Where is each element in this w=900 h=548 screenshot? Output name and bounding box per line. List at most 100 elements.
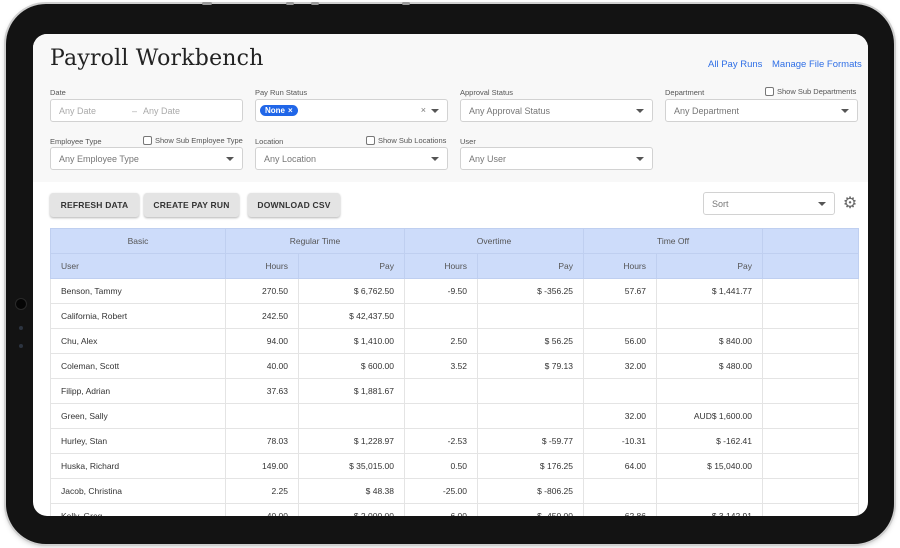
department-value: Any Department [674, 105, 740, 116]
page-title: Payroll Workbench [50, 46, 264, 71]
payroll-table: Basic Regular Time Overtime Time Off Use… [50, 228, 860, 516]
user-label: User [460, 137, 476, 146]
regular-pay-cell: $ 48.38 [298, 478, 405, 504]
regular-hours-cell: 149.00 [225, 453, 299, 479]
chevron-down-icon[interactable] [431, 157, 439, 161]
overtime-pay-cell: $ -450.00 [476, 503, 585, 516]
extra-cell [762, 378, 860, 404]
location-select[interactable]: Any Location [255, 147, 448, 170]
table-row[interactable]: Kelly, Greg 40.00 $ 2,000.00 -6.00 $ -450.00… [50, 503, 860, 516]
show-sub-departments-label: Show Sub Departments [777, 87, 857, 96]
table-row[interactable]: Chu, Alex 94.00 $ 1,410.00 2.50 $ 56.25 56.00… [50, 328, 860, 354]
user-select[interactable]: Any User [460, 147, 653, 170]
table-row[interactable]: Hurley, Stan 78.03 $ 1,228.97 -2.53 $ -59.77… [50, 428, 860, 454]
overtime-hours-cell: -25.00 [404, 478, 478, 504]
timeoff-pay-cell: $ 15,040.00 [656, 453, 764, 479]
column-header-overtime-pay[interactable]: Pay [476, 253, 585, 279]
user-cell: Filipp, Adrian [50, 378, 226, 404]
timeoff-hours-cell: 56.00 [583, 328, 658, 354]
download-csv-button[interactable]: DOWNLOAD CSV [248, 193, 340, 217]
regular-hours-cell: 270.50 [225, 278, 299, 304]
chevron-down-icon[interactable] [226, 157, 234, 161]
show-sub-employee-type-checkbox[interactable]: Show Sub Employee Type [143, 136, 243, 145]
chip-remove-icon[interactable]: × [288, 106, 293, 115]
overtime-pay-cell [476, 378, 585, 404]
gear-icon[interactable]: ⚙ [841, 195, 859, 213]
extra-cell [762, 353, 860, 379]
overtime-hours-cell [404, 403, 478, 429]
refresh-data-button[interactable]: REFRESH DATA [50, 193, 139, 217]
device-button [202, 2, 212, 5]
date-from-placeholder[interactable]: Any Date [59, 106, 96, 116]
timeoff-hours-cell [583, 478, 658, 504]
user-cell: Chu, Alex [50, 328, 226, 354]
date-range-input[interactable]: Any Date – Any Date [50, 99, 243, 122]
column-header-user[interactable]: User [50, 253, 226, 279]
extra-cell [762, 328, 860, 354]
user-cell: Benson, Tammy [50, 278, 226, 304]
overtime-hours-cell: -6.00 [404, 503, 478, 516]
user-cell: Huska, Richard [50, 453, 226, 479]
column-header-timeoff-pay[interactable]: Pay [656, 253, 764, 279]
employee-type-select[interactable]: Any Employee Type [50, 147, 243, 170]
overtime-hours-cell: -2.53 [404, 428, 478, 454]
sort-placeholder: Sort [712, 198, 729, 209]
show-sub-departments-checkbox[interactable]: Show Sub Departments [765, 87, 856, 96]
department-select[interactable]: Any Department [665, 99, 858, 122]
timeoff-hours-cell: 64.00 [583, 453, 658, 479]
regular-pay-cell: $ 1,881.67 [298, 378, 405, 404]
timeoff-pay-cell [656, 478, 764, 504]
chevron-down-icon[interactable] [636, 157, 644, 161]
date-separator: – [132, 105, 138, 116]
user-cell: Hurley, Stan [50, 428, 226, 454]
overtime-hours-cell: -9.50 [404, 278, 478, 304]
approval-status-select[interactable]: Any Approval Status [460, 99, 653, 122]
table-row[interactable]: Benson, Tammy 270.50 $ 6,762.50 -9.50 $ -356… [50, 278, 860, 304]
regular-hours-cell: 40.00 [225, 503, 299, 516]
table-row[interactable]: California, Robert 242.50 $ 42,437.50 [50, 303, 860, 329]
overtime-pay-cell: $ -806.25 [476, 478, 585, 504]
manage-file-formats-link[interactable]: Manage File Formats [772, 59, 862, 70]
table-row[interactable]: Filipp, Adrian 37.63 $ 1,881.67 [50, 378, 860, 404]
column-header-regular-hours[interactable]: Hours [225, 253, 299, 279]
regular-hours-cell: 242.50 [225, 303, 299, 329]
table-row[interactable]: Green, Sally 32.00 AUD$ 1,600.00 [50, 403, 860, 429]
employee-type-value: Any Employee Type [59, 153, 139, 164]
table-row[interactable]: Huska, Richard 149.00 $ 35,015.00 0.50 $ 176… [50, 453, 860, 479]
checkbox-icon[interactable] [366, 136, 375, 145]
chevron-down-icon[interactable] [636, 109, 644, 113]
pay-run-status-select[interactable]: None × × [255, 99, 448, 122]
chevron-down-icon[interactable] [818, 202, 826, 206]
filter-panel: Payroll Workbench All Pay Runs Manage Fi… [33, 34, 868, 182]
date-to-placeholder[interactable]: Any Date [143, 106, 180, 116]
column-header-overtime-hours[interactable]: Hours [404, 253, 478, 279]
user-cell: Jacob, Christina [50, 478, 226, 504]
sort-select[interactable]: Sort [703, 192, 835, 215]
checkbox-icon[interactable] [765, 87, 774, 96]
employee-type-label: Employee Type [50, 137, 102, 146]
checkbox-icon[interactable] [143, 136, 152, 145]
chevron-down-icon[interactable] [431, 109, 439, 113]
status-chip-label: None [265, 106, 285, 115]
group-header-time-off: Time Off [583, 228, 764, 254]
column-header-regular-pay[interactable]: Pay [298, 253, 405, 279]
timeoff-hours-cell [583, 378, 658, 404]
device-button [286, 2, 294, 5]
table-row[interactable]: Coleman, Scott 40.00 $ 600.00 3.52 $ 79.13 32… [50, 353, 860, 379]
table-row[interactable]: Jacob, Christina 2.25 $ 48.38 -25.00 $ -806.… [50, 478, 860, 504]
regular-pay-cell: $ 6,762.50 [298, 278, 405, 304]
group-header-overtime: Overtime [403, 228, 585, 254]
chevron-down-icon[interactable] [841, 109, 849, 113]
create-pay-run-button[interactable]: CREATE PAY RUN [144, 193, 239, 217]
timeoff-pay-cell: $ 1,441.77 [656, 278, 764, 304]
column-header-timeoff-hours[interactable]: Hours [583, 253, 658, 279]
camera-icon [15, 298, 27, 310]
clear-icon[interactable]: × [421, 105, 426, 115]
extra-cell [762, 428, 860, 454]
column-header-row: User Hours Pay Hours Pay Hours Pay [50, 253, 860, 279]
show-sub-locations-checkbox[interactable]: Show Sub Locations [366, 136, 446, 145]
all-pay-runs-link[interactable]: All Pay Runs [708, 59, 762, 70]
user-cell: Green, Sally [50, 403, 226, 429]
timeoff-pay-cell: $ -162.41 [656, 428, 764, 454]
overtime-pay-cell: $ 56.25 [476, 328, 585, 354]
